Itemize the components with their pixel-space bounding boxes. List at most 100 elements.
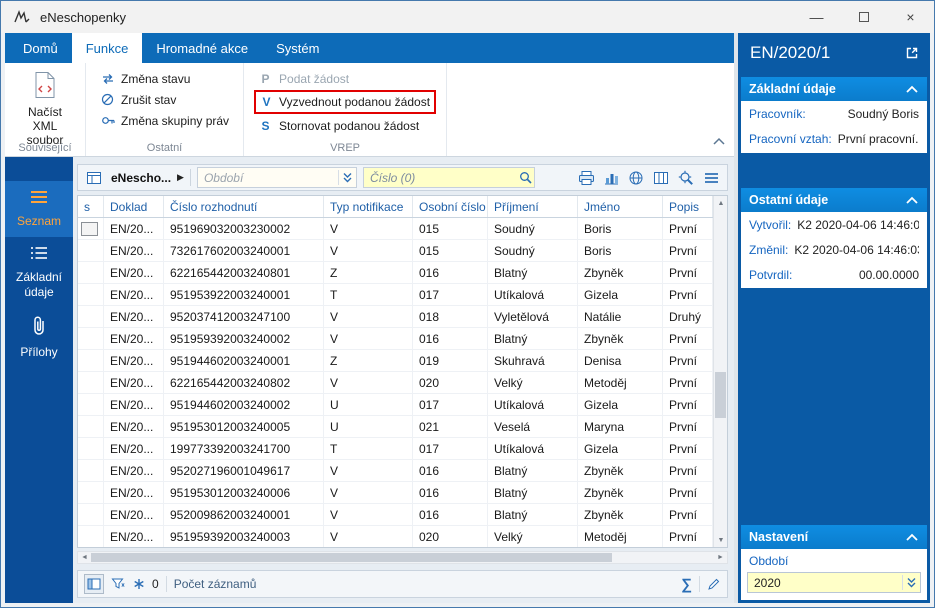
table-cell[interactable]: V <box>324 482 413 503</box>
table-row[interactable]: EN/20...199773392003241700T017UtíkalováG… <box>78 438 713 460</box>
table-cell[interactable]: V <box>324 460 413 481</box>
period-filter-combo[interactable]: Období <box>197 167 357 188</box>
panel-toggle-button[interactable] <box>84 574 104 594</box>
table-cell[interactable]: Druhý <box>663 306 713 327</box>
table-cell[interactable]: EN/20... <box>104 460 164 481</box>
table-cell[interactable] <box>78 262 104 283</box>
table-cell[interactable]: T <box>324 284 413 305</box>
table-cell[interactable]: EN/20... <box>104 438 164 459</box>
section-header-zakladni-udaje[interactable]: Základní údaje <box>741 77 927 101</box>
table-cell[interactable]: Vyletělová <box>488 306 578 327</box>
chevron-up-icon[interactable] <box>905 533 919 542</box>
minimize-button[interactable]: — <box>793 1 840 33</box>
table-cell[interactable]: 016 <box>413 482 488 503</box>
table-cell[interactable]: V <box>324 306 413 327</box>
table-cell[interactable]: EN/20... <box>104 306 164 327</box>
table-cell[interactable]: První <box>663 526 713 547</box>
menu-item-zmena-skupiny-prav[interactable]: Změna skupiny práv <box>96 110 233 131</box>
tab-system[interactable]: Systém <box>262 33 333 63</box>
table-cell[interactable]: 622165442003240802 <box>164 372 324 393</box>
table-cell[interactable]: Z <box>324 350 413 371</box>
scroll-up-arrow[interactable]: ▲ <box>714 196 728 210</box>
table-cell[interactable]: 199773392003241700 <box>164 438 324 459</box>
table-cell[interactable]: 016 <box>413 262 488 283</box>
table-cell[interactable]: EN/20... <box>104 526 164 547</box>
table-cell[interactable]: V <box>324 526 413 547</box>
table-cell[interactable]: 951953012003240006 <box>164 482 324 503</box>
table-cell[interactable]: 020 <box>413 526 488 547</box>
table-cell[interactable]: První <box>663 438 713 459</box>
menu-item-zmena-stavu[interactable]: Změna stavu <box>96 68 233 89</box>
edit-pencil-icon[interactable] <box>707 577 721 591</box>
table-cell[interactable]: EN/20... <box>104 284 164 305</box>
table-row[interactable]: EN/20...951953012003240005U021VeseláMary… <box>78 416 713 438</box>
table-cell[interactable] <box>78 306 104 327</box>
column-header[interactable]: Číslo rozhodnutí <box>164 196 324 217</box>
table-cell[interactable]: Blatný <box>488 262 578 283</box>
table-cell[interactable]: EN/20... <box>104 482 164 503</box>
table-cell[interactable]: 016 <box>413 460 488 481</box>
table-cell[interactable]: První <box>663 218 713 239</box>
sidebar-item-seznam[interactable]: Seznam <box>5 181 73 237</box>
load-xml-button[interactable]: Načíst XML soubor <box>15 68 75 147</box>
search-icon[interactable] <box>517 171 534 184</box>
section-header-ostatni-udaje[interactable]: Ostatní údaje <box>741 188 927 212</box>
horizontal-scroll-thumb[interactable] <box>91 553 612 562</box>
columns-icon[interactable] <box>650 167 672 189</box>
sidebar-item-zakladni-udaje[interactable]: Základní údaje <box>5 237 73 308</box>
scroll-right-arrow[interactable]: ► <box>714 552 727 563</box>
table-cell[interactable]: Utíkalová <box>488 438 578 459</box>
tab-funkce[interactable]: Funkce <box>72 33 143 63</box>
table-cell[interactable]: 951959392003240002 <box>164 328 324 349</box>
column-header[interactable]: s <box>78 196 104 217</box>
print-icon[interactable] <box>575 167 597 189</box>
table-row[interactable]: EN/20...622165442003240801Z016BlatnýZbyn… <box>78 262 713 284</box>
table-cell[interactable]: Denisa <box>578 350 663 371</box>
table-cell[interactable]: První <box>663 394 713 415</box>
table-cell[interactable] <box>78 328 104 349</box>
column-header[interactable]: Typ notifikace <box>324 196 413 217</box>
table-cell[interactable] <box>78 394 104 415</box>
table-cell[interactable]: 020 <box>413 372 488 393</box>
table-cell[interactable]: Zbyněk <box>578 460 663 481</box>
table-cell[interactable]: 732617602003240001 <box>164 240 324 261</box>
table-cell[interactable]: EN/20... <box>104 394 164 415</box>
table-row[interactable]: EN/20...952027196001049617V016BlatnýZbyn… <box>78 460 713 482</box>
maximize-button[interactable] <box>840 1 887 33</box>
table-cell[interactable] <box>78 350 104 371</box>
table-row[interactable]: EN/20...952037412003247100V018Vyletělová… <box>78 306 713 328</box>
table-cell[interactable]: Natálie <box>578 306 663 327</box>
table-cell[interactable]: První <box>663 504 713 525</box>
table-cell[interactable]: Metoděj <box>578 372 663 393</box>
table-cell[interactable]: 015 <box>413 240 488 261</box>
table-cell[interactable]: V <box>324 218 413 239</box>
menu-item-stornovat-zadost[interactable]: S Stornovat podanou žádost <box>254 115 432 136</box>
table-cell[interactable]: EN/20... <box>104 372 164 393</box>
menu-hamburger-icon[interactable] <box>700 167 722 189</box>
table-cell[interactable]: První <box>663 328 713 349</box>
table-cell[interactable]: Blatný <box>488 460 578 481</box>
tab-hromadne-akce[interactable]: Hromadné akce <box>142 33 262 63</box>
table-row[interactable]: EN/20...951959392003240003V020VelkýMetod… <box>78 526 713 547</box>
menu-item-vyzvednout-zadost[interactable]: V Vyzvednout podanou žádost <box>256 92 434 112</box>
table-cell[interactable]: 951953012003240005 <box>164 416 324 437</box>
table-cell[interactable]: První <box>663 372 713 393</box>
table-cell[interactable]: 017 <box>413 394 488 415</box>
column-header[interactable]: Jméno <box>578 196 663 217</box>
table-row[interactable]: EN/20...622165442003240802V020VelkýMetod… <box>78 372 713 394</box>
view-dropdown-arrow-icon[interactable]: ▶ <box>177 172 184 183</box>
web-globe-icon[interactable] <box>625 167 647 189</box>
table-cell[interactable]: 018 <box>413 306 488 327</box>
table-row[interactable]: EN/20...951944602003240001Z019SkuhraváDe… <box>78 350 713 372</box>
table-cell[interactable]: 021 <box>413 416 488 437</box>
table-cell[interactable]: 017 <box>413 438 488 459</box>
table-cell[interactable]: 952009862003240001 <box>164 504 324 525</box>
table-cell[interactable]: První <box>663 460 713 481</box>
table-cell[interactable]: U <box>324 394 413 415</box>
table-cell[interactable]: Boris <box>578 240 663 261</box>
table-cell[interactable]: EN/20... <box>104 240 164 261</box>
sum-icon[interactable]: ∑ <box>681 576 692 593</box>
sidebar-item-prilohy[interactable]: Přílohy <box>5 308 73 368</box>
table-cell[interactable] <box>78 372 104 393</box>
table-cell[interactable]: 019 <box>413 350 488 371</box>
